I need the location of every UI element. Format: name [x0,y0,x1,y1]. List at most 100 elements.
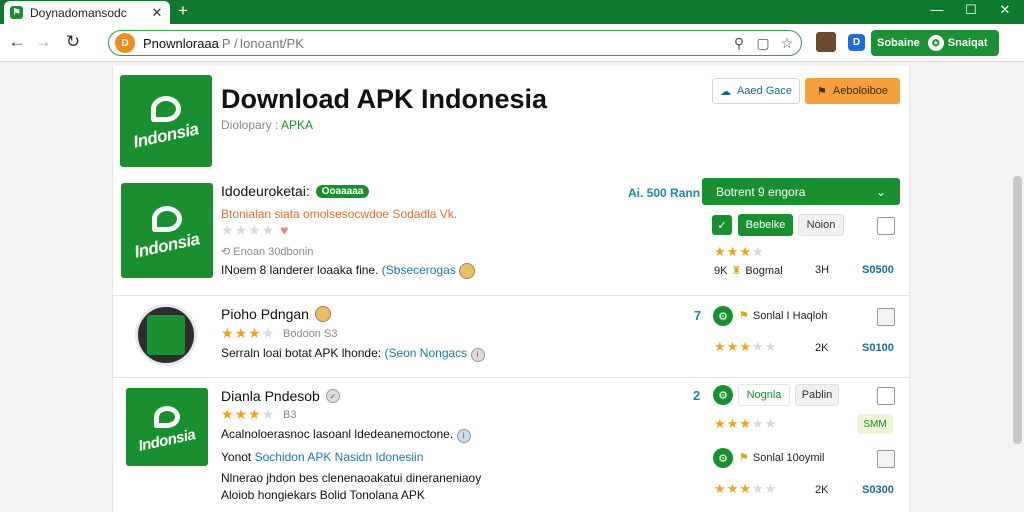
app-logo[interactable]: Indonsia [121,183,213,278]
star-icon: ★ [739,481,752,496]
stat-number: 2K [815,342,829,354]
pin-icon: ⚑ [739,452,749,464]
app-store-icon[interactable]: ⚙ [713,385,733,405]
back-button[interactable]: ← [6,32,28,52]
select-checkbox[interactable] [877,308,895,326]
site-logo: Indonsia [120,75,212,167]
app-meta: Bodoon S3 [283,328,338,340]
verify-icon[interactable]: ✓ [712,215,732,235]
action-grey-button[interactable]: Pablin [795,384,839,406]
app-name[interactable]: Pioho Pdngan [221,306,331,322]
app-store-icon[interactable]: ⚙ [713,448,733,468]
action-grey-button[interactable]: Noion [798,214,844,236]
page-title: Download APK Indonesia [221,84,548,114]
profile-picture[interactable] [816,32,836,52]
file-size: S0100 [862,342,894,354]
account-button[interactable]: Sobaine ✪ Snaiqat [871,30,999,56]
star-icon: ★ [221,325,235,341]
page-scrollbar[interactable] [1013,176,1022,444]
app-line-text: Serraln loai botat APK lhonde: [221,346,382,360]
maximize-button[interactable]: ☐ [956,2,986,18]
browser-toolbar: ← → ↻ D Pnownloraaa P / Ionoant/PK ⚲ ▢ ☆… [0,24,1024,62]
star-icon: ★ [764,339,778,354]
app-line-text: Acalnoloerasnoc lasoanl ldedeanemoctone. [221,427,454,441]
verified-icon: ✓ [325,389,340,403]
app-tag: Ooaaaaa [315,184,370,198]
info-icon: i [456,428,471,443]
select-checkbox[interactable] [877,387,895,405]
url-path: Ionoant/PK [239,35,304,51]
app-line-link[interactable]: (Sbsecerogas [382,263,456,277]
app-line-text: INoem 8 landerer loaaka fine. [221,263,379,278]
site-info-icon[interactable]: D [115,33,135,53]
app-logo[interactable]: Indonsia [126,388,208,466]
account-left-label: Sobaine [877,37,920,49]
extension-icon[interactable]: D [848,34,865,51]
chevron-down-icon: ⌄ [875,184,886,199]
forward-button[interactable]: → [32,32,54,52]
stat-number-2: 3H [815,264,830,276]
star-icon: ★ [726,244,740,259]
star-icon: ★ [739,416,752,431]
action-green-button[interactable]: Nognla [738,384,790,406]
browser-tab[interactable]: ⚑ Doynadomansodc ✕ [4,1,170,24]
logo-wordmark: Indonsia [137,425,197,455]
site-favicon-icon: ⚑ [10,6,23,19]
app-name[interactable]: Idodeuroketai: Ooaaaaa [221,183,370,199]
star-icon: ★ [234,222,249,238]
stat-number: 2K [815,484,829,496]
star-icon: ★ [221,406,235,422]
star-icon: ★ [751,481,765,496]
app-line-2: Yonot Sochidon APK Nasidn Idonesiin [221,450,423,464]
account-avatar-icon: ✪ [927,35,944,51]
share-icon: ⟲ [221,246,231,258]
star-icon: ★ [248,406,262,422]
app-meta: B3 [283,409,297,421]
row-divider [113,295,911,296]
reader-mode-icon[interactable]: ▢ [755,35,771,52]
star-icon: ★ [248,222,262,238]
star-icon: ★ [221,222,235,238]
app-line-2-link[interactable]: Sochidon APK Nasidn Idonesiin [255,450,424,464]
address-bar[interactable]: D Pnownloraaa P / Ionoant/PK ⚲ ▢ ☆ [108,30,802,56]
rating-stars-right: ★★★★ [714,244,765,260]
new-tab-button[interactable]: + [178,1,188,21]
star-icon: ★ [261,406,276,422]
download-select-label: Botrent 9 engora [716,184,806,199]
star-icon: ★ [248,325,262,341]
mini-label-text: Sonlal I Haqloh [752,309,828,322]
pin-icon: ⚑ [739,310,749,322]
tab-title: Doynadomansodc [30,5,127,20]
file-size: S0500 [862,264,894,276]
app-description: Btonialan siata omolsesocwdoe Sodadla Vk… [221,207,458,221]
app-store-icon[interactable]: ⚙ [713,306,733,326]
app-line-3: Nlnerao jhdon bes clenenaoakatui dineran… [221,471,482,485]
action-green-button[interactable]: Bebelke [738,214,793,236]
close-window-button[interactable]: ✕ [990,2,1020,18]
download-select[interactable]: Botrent 9 engora ⌄ [702,178,900,205]
select-checkbox[interactable] [877,217,895,235]
rating-stars-right: ★★★★★ [714,481,777,497]
row-index: 7 [694,308,702,323]
rating-stars-right: ★★★★★ [714,416,777,432]
url-separator: P / [221,35,238,51]
minimize-button[interactable]: — [922,2,952,17]
header-orange-label: Aeboloiboe [832,85,888,97]
reload-button[interactable]: ↻ [62,32,84,52]
app-line: INoem 8 landerer loaaka fine. (Sbsecerog… [221,263,476,279]
star-icon: ★ [726,339,740,354]
subtitle-label: Diolopary : [221,118,279,132]
header-ghost-button[interactable]: ☁ Aaed Gace [712,78,800,104]
app-line-link[interactable]: (Seon Nongacs [384,346,467,360]
url-domain: Pnownloraaa [143,35,219,51]
app-line-4: Aloiob hongiekars Bolid Tonolana APK [221,488,425,502]
bookmark-star-icon[interactable]: ☆ [779,35,795,52]
select-checkbox[interactable] [877,450,895,468]
app-line: Serraln loai botat APK lhonde: (Seon Non… [221,346,485,362]
close-tab-icon[interactable]: ✕ [150,5,164,21]
app-name-text: Pioho Pdngan [221,306,309,322]
app-name[interactable]: Dianla Pndesob ✓ [221,388,340,404]
search-icon[interactable]: ⚲ [731,35,747,52]
app-avatar[interactable] [135,304,197,366]
header-orange-button[interactable]: ⚑ Aeboloiboe [805,78,900,104]
